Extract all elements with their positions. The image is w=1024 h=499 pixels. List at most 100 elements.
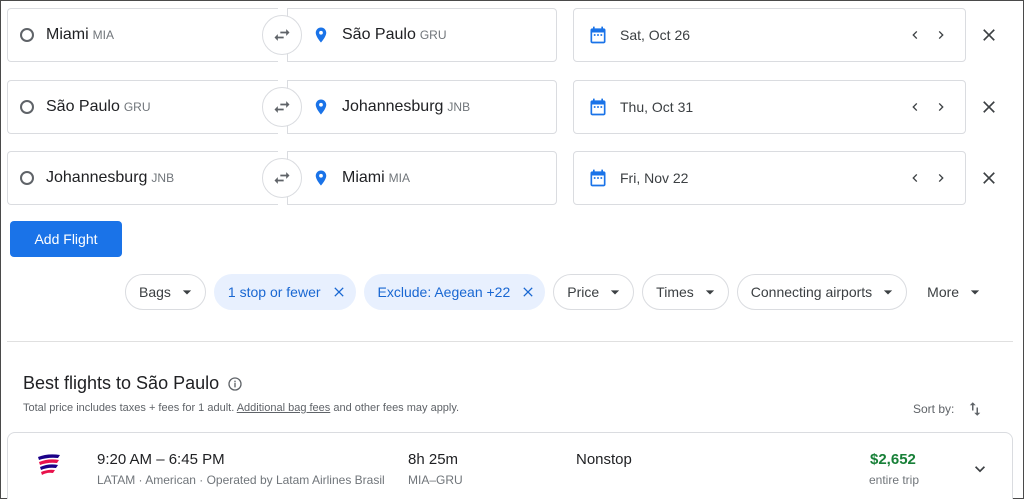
origin-field[interactable]: São Paulo GRU xyxy=(7,80,278,134)
destination-field[interactable]: Johannesburg JNB xyxy=(287,80,557,134)
divider xyxy=(7,341,1013,342)
flight-duration: 8h 25m xyxy=(408,451,459,468)
chevron-right-icon xyxy=(938,31,944,39)
date-text: Fri, Nov 22 xyxy=(620,170,689,186)
bag-fees-link[interactable]: Additional bag fees xyxy=(237,402,331,414)
calendar-icon xyxy=(590,26,606,44)
flight-leg-1: Miami MIA São Paulo GRU Sat, Oct 26 xyxy=(7,8,1017,62)
previous-date-button[interactable] xyxy=(903,23,927,47)
close-icon xyxy=(983,172,995,184)
connecting-airports-filter-chip[interactable]: Connecting airports xyxy=(736,274,908,310)
swap-button[interactable] xyxy=(262,15,302,55)
flight-airline: LATAM · American · Operated by Latam Air… xyxy=(97,473,385,487)
date-text: Sat, Oct 26 xyxy=(620,27,691,43)
location-pin-icon xyxy=(315,170,327,186)
dropdown-arrow-icon xyxy=(884,290,893,295)
origin-code: GRU xyxy=(123,100,151,114)
swap-icon xyxy=(274,29,290,41)
more-filters-label: More xyxy=(927,284,960,300)
latam-logo-icon xyxy=(38,454,60,475)
date-field[interactable]: Sat, Oct 26 xyxy=(573,8,966,62)
flight-leg-3: Johannesburg JNB Miami MIA Fri, Nov 22 xyxy=(7,151,1017,205)
flight-result-card[interactable]: 9:20 AM – 6:45 PM LATAM · American · Ope… xyxy=(7,432,1013,499)
date-field[interactable]: Thu, Oct 31 xyxy=(573,80,966,134)
origin-field[interactable]: Miami MIA xyxy=(7,8,278,62)
close-icon xyxy=(983,29,995,41)
more-filters-chip[interactable]: More xyxy=(915,274,994,310)
dropdown-arrow-icon xyxy=(182,290,192,295)
add-flight-button[interactable]: Add Flight xyxy=(10,221,122,257)
origin-field[interactable]: Johannesburg JNB xyxy=(7,151,278,205)
sort-label: Sort by: xyxy=(913,402,955,416)
destination-city: São Paulo xyxy=(342,26,416,43)
calendar-icon xyxy=(590,169,606,187)
results-heading: Best flights to São Paulo xyxy=(23,373,243,394)
results-title: Best flights to São Paulo xyxy=(23,373,220,393)
destination-code: JNB xyxy=(447,100,471,114)
clear-filter-icon[interactable] xyxy=(331,284,347,300)
swap-icon xyxy=(274,172,290,184)
origin-circle-icon xyxy=(20,28,34,42)
remove-leg-button[interactable] xyxy=(975,93,1003,121)
origin-circle-icon xyxy=(20,100,34,114)
airlines-filter-chip[interactable]: Exclude: Aegean +22 xyxy=(363,274,546,310)
price-filter-chip[interactable]: Price xyxy=(553,274,635,310)
stops-filter-chip[interactable]: 1 stop or fewer xyxy=(213,274,356,310)
next-date-button[interactable] xyxy=(929,95,953,119)
destination-field[interactable]: Miami MIA xyxy=(287,151,557,205)
times-filter-chip[interactable]: Times xyxy=(642,274,729,310)
flight-stops: Nonstop xyxy=(576,451,632,468)
chevron-left-icon xyxy=(912,31,918,39)
destination-code: GRU xyxy=(419,28,447,42)
origin-city: Johannesburg xyxy=(46,169,148,186)
swap-icon xyxy=(274,101,290,113)
destination-field[interactable]: São Paulo GRU xyxy=(287,8,557,62)
sort-control[interactable]: Sort by: xyxy=(913,400,984,418)
origin-code: MIA xyxy=(92,28,115,42)
flight-times: 9:20 AM – 6:45 PM xyxy=(97,451,225,468)
flight-route: MIA–GRU xyxy=(408,473,463,487)
chevron-left-icon xyxy=(912,103,918,111)
swap-button[interactable] xyxy=(262,87,302,127)
origin-circle-icon xyxy=(20,171,34,185)
previous-date-button[interactable] xyxy=(903,95,927,119)
remove-leg-button[interactable] xyxy=(975,164,1003,192)
swap-button[interactable] xyxy=(262,158,302,198)
calendar-icon xyxy=(590,98,606,116)
disclaimer-suffix: and other fees may apply. xyxy=(330,402,460,414)
previous-date-button[interactable] xyxy=(903,166,927,190)
sort-icon[interactable] xyxy=(966,400,984,418)
times-filter-label: Times xyxy=(656,284,694,300)
expand-flight-button[interactable] xyxy=(968,457,992,481)
origin-city: São Paulo xyxy=(46,98,120,115)
dropdown-arrow-icon xyxy=(970,290,980,295)
info-icon[interactable] xyxy=(227,376,243,392)
destination-city: Miami xyxy=(342,169,385,186)
location-pin-icon xyxy=(315,27,327,43)
chevron-right-icon xyxy=(938,103,944,111)
close-icon xyxy=(983,101,995,113)
remove-leg-button[interactable] xyxy=(975,21,1003,49)
dropdown-arrow-icon xyxy=(611,290,620,295)
bags-filter-chip[interactable]: Bags xyxy=(125,274,206,310)
date-text: Thu, Oct 31 xyxy=(620,99,694,115)
next-date-button[interactable] xyxy=(929,23,953,47)
price-note: entire trip xyxy=(869,473,920,487)
price-filter-label: Price xyxy=(567,284,600,300)
chevron-down-icon xyxy=(975,466,985,473)
origin-code: JNB xyxy=(151,171,175,185)
origin-city: Miami xyxy=(46,26,89,43)
bags-filter-label: Bags xyxy=(139,284,171,300)
next-date-button[interactable] xyxy=(929,166,953,190)
filter-bar: Bags 1 stop or fewer Exclude: Aegean +22… xyxy=(125,274,994,310)
disclaimer-prefix: Total price includes taxes + fees for 1 … xyxy=(23,402,237,414)
connecting-airports-filter-label: Connecting airports xyxy=(750,284,873,300)
dropdown-arrow-icon xyxy=(705,290,714,295)
chevron-left-icon xyxy=(912,174,918,182)
airlines-filter-label: Exclude: Aegean +22 xyxy=(377,284,511,300)
date-field[interactable]: Fri, Nov 22 xyxy=(573,151,966,205)
price-disclaimer: Total price includes taxes + fees for 1 … xyxy=(23,402,459,414)
flight-price: $2,652 xyxy=(870,451,916,468)
chevron-right-icon xyxy=(938,174,944,182)
clear-filter-icon[interactable] xyxy=(520,284,536,300)
